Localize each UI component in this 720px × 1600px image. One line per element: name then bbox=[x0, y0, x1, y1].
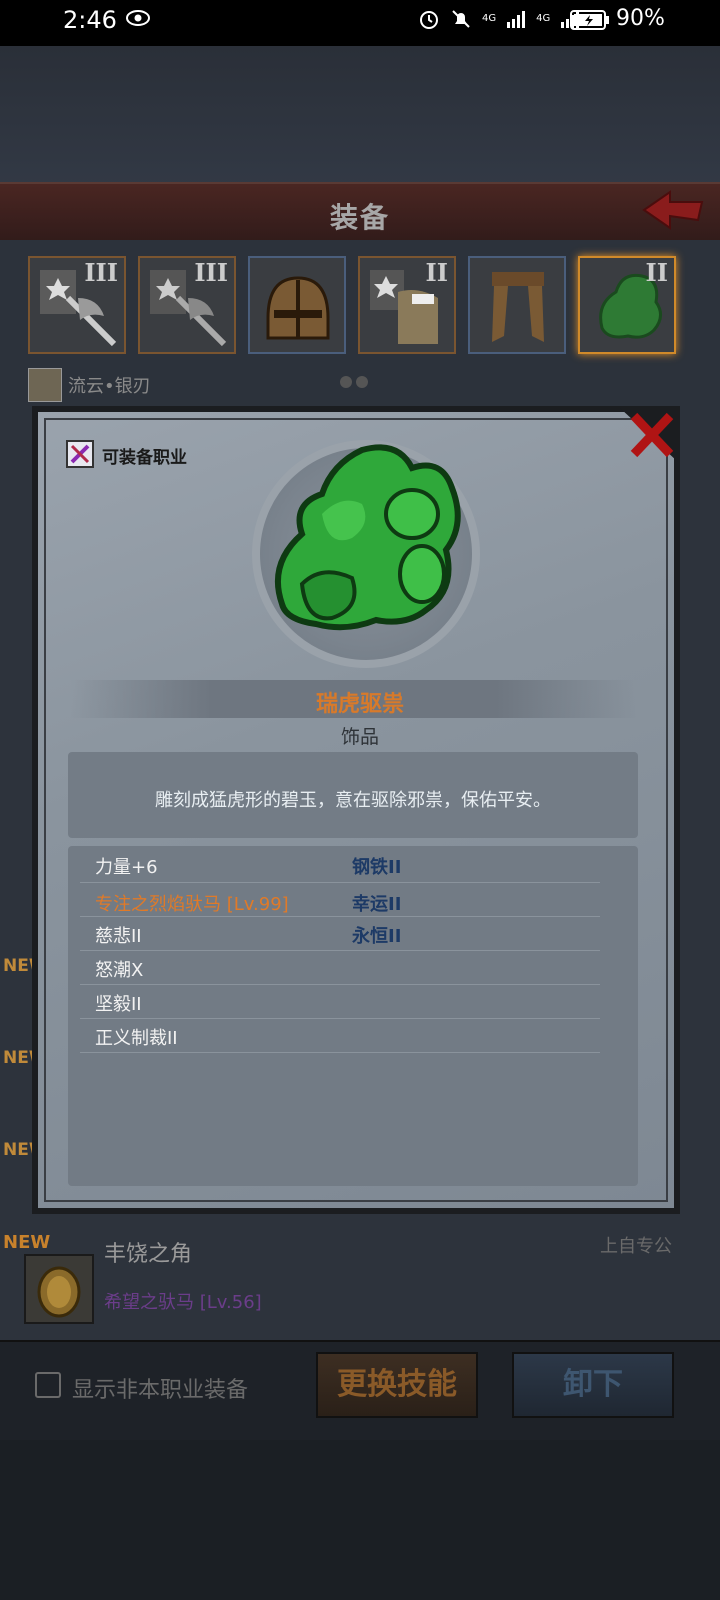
attribute-left: 力量+6 bbox=[95, 857, 158, 878]
divider bbox=[80, 1018, 600, 1019]
checkbox-label: 显示非本职业装备 bbox=[72, 1378, 249, 1403]
equip-slot-6[interactable]: II bbox=[578, 256, 676, 354]
title-bar: 装备 bbox=[0, 182, 720, 244]
list-item-owner: 上自专公 bbox=[600, 1236, 672, 1257]
helmet-icon bbox=[266, 276, 330, 340]
item-type: 饰品 bbox=[340, 726, 379, 748]
item-name: 瑞虎驱祟 bbox=[315, 692, 404, 717]
jade-tiger-icon bbox=[274, 444, 461, 631]
slot-rank: III bbox=[194, 258, 228, 287]
horn-of-plenty-icon bbox=[24, 1254, 94, 1324]
change-skill-button[interactable]: 更换技能 bbox=[316, 1352, 478, 1418]
attribute-right: 钢铁II bbox=[352, 857, 402, 878]
attribute-left: 慈悲II bbox=[95, 926, 142, 947]
page-dot bbox=[340, 376, 352, 388]
list-item-skill: 希望之驮马 [Lv.56] bbox=[104, 1292, 262, 1313]
attribute-left: 正义制裁II bbox=[95, 1028, 178, 1049]
mute-bell-icon bbox=[452, 10, 470, 28]
equip-slot-1[interactable]: III bbox=[28, 256, 126, 354]
leg-armor-icon bbox=[492, 272, 544, 342]
status-icons: 4G 4G bbox=[418, 8, 580, 30]
back-arrow-icon[interactable] bbox=[640, 186, 708, 234]
equip-slot-2[interactable]: III bbox=[138, 256, 236, 354]
eye-icon bbox=[126, 10, 150, 26]
attribute-left: 专注之烈焰驮马 [Lv.99] bbox=[95, 894, 289, 915]
battery-percent: 90% bbox=[616, 6, 665, 31]
equip-slot-5[interactable] bbox=[468, 256, 566, 354]
status-bar: 2:46 4G 4G 90% bbox=[0, 0, 720, 46]
status-time: 2:46 bbox=[63, 6, 117, 34]
network-1: 4G bbox=[482, 13, 497, 24]
new-badge: NEW bbox=[3, 1232, 51, 1253]
divider bbox=[80, 916, 600, 917]
list-item-name: 丰饶之角 bbox=[104, 1242, 193, 1267]
job-class-label: 可装备职业 bbox=[102, 448, 187, 468]
alarm-icon bbox=[420, 11, 438, 29]
footer-background bbox=[0, 1440, 720, 1600]
background-top bbox=[0, 46, 720, 186]
equip-slot-3[interactable] bbox=[248, 256, 346, 354]
divider bbox=[80, 1052, 600, 1053]
job-class-icon bbox=[66, 440, 94, 468]
page-dot bbox=[356, 376, 368, 388]
attribute-right: 永恒II bbox=[352, 926, 402, 947]
attribute-left: 怒潮X bbox=[95, 960, 144, 981]
network-2: 4G bbox=[536, 13, 551, 24]
equip-slot-4[interactable]: II bbox=[358, 256, 456, 354]
battery-icon bbox=[570, 10, 609, 30]
slot-rank: III bbox=[84, 258, 118, 287]
divider bbox=[80, 984, 600, 985]
attribute-right: 幸运II bbox=[352, 894, 402, 915]
signal-icon bbox=[507, 11, 526, 28]
slot-rank: II bbox=[645, 258, 668, 287]
close-icon[interactable] bbox=[620, 408, 678, 462]
unequip-button[interactable]: 卸下 bbox=[512, 1352, 674, 1418]
divider bbox=[80, 950, 600, 951]
hero-row[interactable]: 流云•银刃 bbox=[28, 368, 151, 402]
page-dots bbox=[340, 376, 368, 388]
slot-rank: II bbox=[425, 258, 448, 287]
hero-name: 流云•银刃 bbox=[68, 376, 151, 397]
show-other-class-checkbox[interactable] bbox=[35, 1372, 61, 1398]
divider bbox=[80, 882, 600, 883]
item-description: 雕刻成猛虎形的碧玉，意在驱除邪祟，保佑平安。 bbox=[155, 790, 551, 811]
attribute-left: 坚毅II bbox=[95, 994, 142, 1015]
page-title: 装备 bbox=[329, 201, 390, 234]
hero-avatar bbox=[28, 368, 62, 402]
